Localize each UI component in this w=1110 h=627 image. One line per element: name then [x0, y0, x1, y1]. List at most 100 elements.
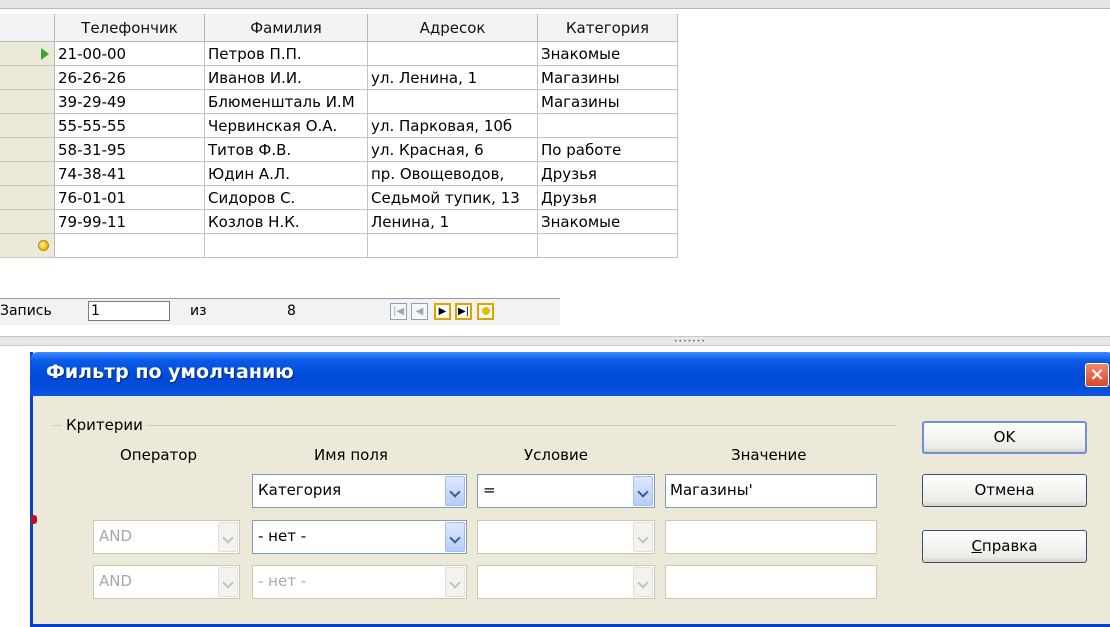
operator-header: Оператор [120, 446, 197, 464]
pane-splitter[interactable]: ••••••• [0, 336, 1110, 346]
cell-surname[interactable]: Блюменшталь И.М [205, 90, 368, 114]
chevron-down-icon[interactable] [445, 522, 465, 552]
criteria-group-label: Критерии [62, 416, 147, 434]
row-selector[interactable] [0, 186, 55, 210]
cell-address[interactable]: Седьмой тупик, 13 [368, 186, 538, 210]
help-button[interactable]: Справка [922, 530, 1087, 563]
value-field-2[interactable] [665, 520, 877, 554]
new-record-icon [481, 307, 490, 315]
last-record-button[interactable]: ▶| [455, 303, 472, 320]
chevron-down-icon[interactable] [218, 522, 238, 552]
record-count: 8 [287, 303, 296, 319]
cell-surname[interactable]: Сидоров С. [205, 186, 368, 210]
cell-surname[interactable]: Червинская О.А. [205, 114, 368, 138]
chevron-down-icon[interactable] [218, 567, 238, 597]
cell-surname[interactable]: Петров П.П. [205, 42, 368, 66]
ok-button[interactable]: OK [922, 421, 1087, 454]
of-label: из [190, 303, 207, 319]
cell-phone[interactable]: 79-99-11 [55, 210, 205, 234]
cell-phone[interactable]: 74-38-41 [55, 162, 205, 186]
cell-address[interactable]: Ленина, 1 [368, 210, 538, 234]
column-header-surname[interactable]: Фамилия [205, 14, 368, 42]
row-selector[interactable] [0, 162, 55, 186]
row-selector[interactable] [0, 114, 55, 138]
cancel-button[interactable]: Отмена [922, 474, 1087, 507]
cell-category[interactable]: Знакомые [538, 210, 678, 234]
cell-category[interactable] [538, 234, 678, 258]
cell-phone[interactable]: 39-29-49 [55, 90, 205, 114]
cell-phone[interactable]: 58-31-95 [55, 138, 205, 162]
new-record-icon [38, 240, 49, 251]
first-record-button[interactable]: |◀ [390, 303, 407, 320]
chevron-down-icon[interactable] [445, 567, 465, 597]
next-record-button[interactable]: ▶ [434, 303, 451, 320]
field-name-value: - нет - [258, 572, 307, 590]
cell-surname[interactable]: Титов Ф.В. [205, 138, 368, 162]
close-button[interactable]: × [1085, 363, 1109, 387]
cell-surname[interactable]: Юдин А.Л. [205, 162, 368, 186]
cell-address[interactable]: ул. Красная, 6 [368, 138, 538, 162]
cell-phone[interactable]: 21-00-00 [55, 42, 205, 66]
cell-phone[interactable]: 26-26-26 [55, 66, 205, 90]
cell-category[interactable]: По работе [538, 138, 678, 162]
cell-surname[interactable] [205, 234, 368, 258]
help-label: правка [981, 537, 1038, 555]
cell-category[interactable]: Друзья [538, 186, 678, 210]
row-selector[interactable] [0, 66, 55, 90]
row-selector[interactable] [0, 210, 55, 234]
column-header-category[interactable]: Категория [538, 14, 678, 42]
row-selector[interactable] [0, 234, 55, 258]
record-label: Запись [0, 303, 52, 319]
operator-select-2[interactable]: AND [93, 520, 240, 554]
header-corner[interactable] [0, 14, 55, 42]
cell-surname[interactable]: Иванов И.И. [205, 66, 368, 90]
field-name-value: Категория [258, 481, 342, 499]
cell-category[interactable]: Друзья [538, 162, 678, 186]
cell-phone[interactable]: 76-01-01 [55, 186, 205, 210]
criteria-group-line [52, 425, 897, 427]
row-selector[interactable] [0, 138, 55, 162]
cell-category[interactable]: Магазины [538, 90, 678, 114]
operator-select-3[interactable]: AND [93, 565, 240, 599]
new-record-button[interactable] [477, 303, 494, 320]
splitter-grip-icon[interactable]: ••••••• [674, 339, 706, 345]
chevron-down-icon[interactable] [633, 522, 653, 552]
value-field-1[interactable]: Магазины' [665, 474, 877, 508]
cell-address[interactable]: пр. Овощеводов, [368, 162, 538, 186]
cell-address[interactable]: ул. Ленина, 1 [368, 66, 538, 90]
background-marker [31, 515, 37, 524]
cell-category[interactable] [538, 114, 678, 138]
dialog-title: Фильтр по умолчанию [46, 361, 294, 383]
cell-category[interactable]: Знакомые [538, 42, 678, 66]
field-name-select-2[interactable]: - нет - [252, 520, 467, 554]
chevron-down-icon[interactable] [445, 476, 465, 506]
column-header-address[interactable]: Адресок [368, 14, 538, 42]
cell-address[interactable]: ул. Парковая, 10б [368, 114, 538, 138]
condition-select-3[interactable] [477, 565, 655, 599]
condition-select-1[interactable]: = [477, 474, 655, 508]
field-name-select-3[interactable]: - нет - [252, 565, 467, 599]
cell-surname[interactable]: Козлов Н.К. [205, 210, 368, 234]
cell-address[interactable] [368, 90, 538, 114]
chevron-down-icon[interactable] [633, 567, 653, 597]
grid-top-border [0, 0, 1110, 9]
field-name-value: - нет - [258, 527, 307, 545]
cell-address[interactable] [368, 234, 538, 258]
field-name-select-1[interactable]: Категория [252, 474, 467, 508]
cell-address[interactable] [368, 42, 538, 66]
previous-record-button[interactable]: ◀ [411, 303, 428, 320]
dialog-title-bar[interactable]: Фильтр по умолчанию × [30, 352, 1110, 396]
cell-category[interactable]: Магазины [538, 66, 678, 90]
column-header-phone[interactable]: Телефончик [55, 14, 205, 42]
operator-value: AND [99, 527, 133, 545]
row-selector[interactable] [0, 90, 55, 114]
value-field-3[interactable] [665, 565, 877, 599]
record-navigation-bar: Запись 1 из 8 |◀ ◀ ▶ ▶| [0, 298, 560, 325]
chevron-down-icon[interactable] [633, 476, 653, 506]
cell-phone[interactable] [55, 234, 205, 258]
record-number-input[interactable]: 1 [88, 301, 170, 321]
condition-select-2[interactable] [477, 520, 655, 554]
value-header: Значение [731, 446, 807, 464]
cell-phone[interactable]: 55-55-55 [55, 114, 205, 138]
row-selector[interactable] [0, 42, 55, 66]
